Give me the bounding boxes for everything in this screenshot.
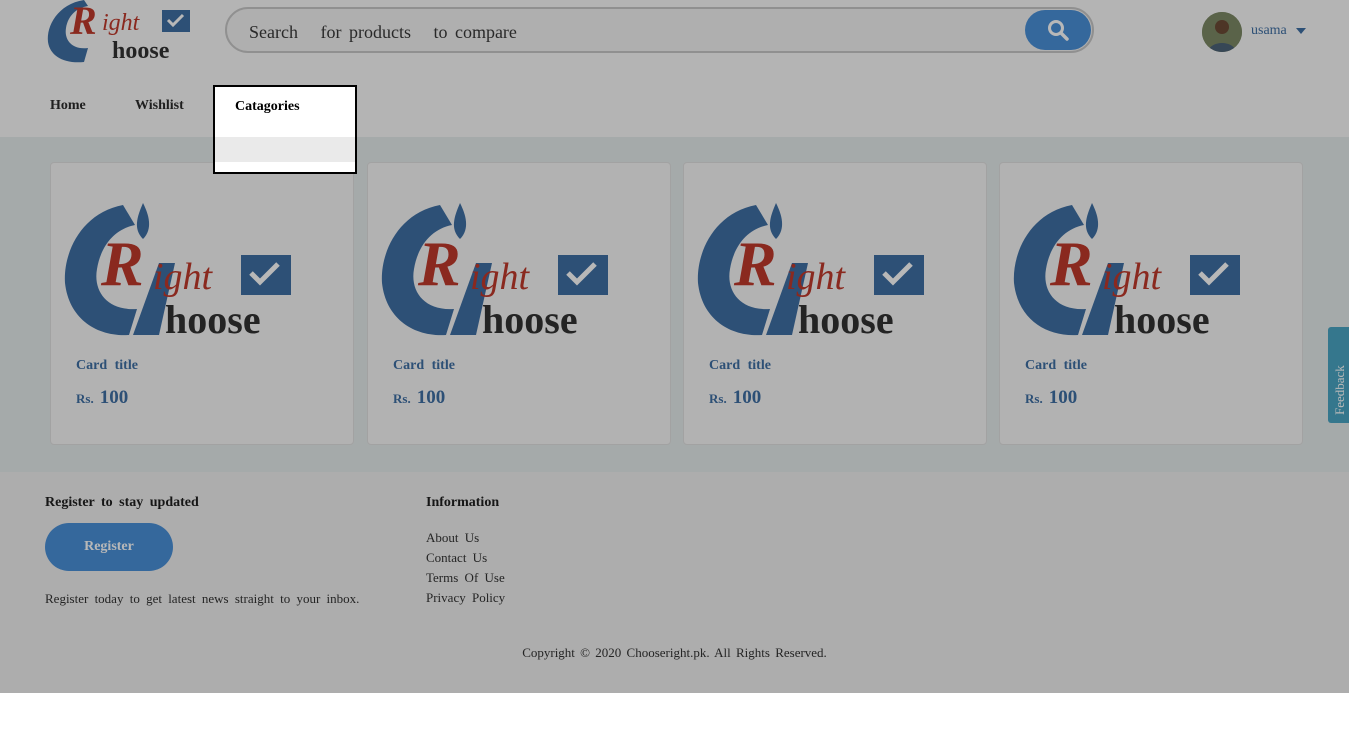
svg-text:hoose: hoose xyxy=(1114,297,1210,339)
link-contact-us[interactable]: Contact Us xyxy=(426,550,505,570)
caret-down-icon[interactable] xyxy=(1296,28,1306,34)
svg-text:hoose: hoose xyxy=(798,297,894,339)
card-price: Rs. 100 xyxy=(1025,387,1078,408)
card-price: Rs. 100 xyxy=(393,387,446,408)
info-links: About Us Contact Us Terms Of Use Privacy… xyxy=(426,530,505,610)
card-price: Rs. 100 xyxy=(709,387,762,408)
feedback-tab[interactable]: Feedback xyxy=(1328,327,1349,423)
nav-wishlist[interactable]: Wishlist xyxy=(135,98,184,114)
svg-text:R: R xyxy=(733,228,777,299)
svg-text:ight: ight xyxy=(153,256,214,298)
card-title[interactable]: Card title xyxy=(1025,358,1087,374)
feedback-label: Feedback xyxy=(1332,365,1347,415)
svg-text:ight: ight xyxy=(470,256,531,298)
svg-text:hoose: hoose xyxy=(165,297,261,339)
svg-text:R: R xyxy=(1049,228,1093,299)
svg-text:ight: ight xyxy=(1102,256,1163,298)
svg-text:R: R xyxy=(69,0,97,43)
information-heading: Information xyxy=(426,495,500,510)
card-price: Rs. 100 xyxy=(76,387,129,408)
svg-text:hoose: hoose xyxy=(112,38,170,64)
categories-dropdown[interactable]: Catagories xyxy=(213,85,357,174)
product-card[interactable]: R ight hoose Card title Rs. 100 xyxy=(999,162,1303,445)
product-card[interactable]: R ight hoose Card title Rs. 100 xyxy=(683,162,987,445)
search-input[interactable] xyxy=(247,17,1011,47)
nav-home[interactable]: Home xyxy=(50,98,86,114)
register-text: Register today to get latest news straig… xyxy=(45,591,360,606)
search-button[interactable] xyxy=(1025,10,1091,50)
search-icon xyxy=(1048,20,1069,41)
svg-text:R: R xyxy=(100,228,144,299)
page: R ight hoose usama Home Wis xyxy=(0,0,1349,693)
link-privacy-policy[interactable]: Privacy Policy xyxy=(426,590,505,610)
svg-text:ight: ight xyxy=(786,256,847,298)
product-grid: R ight hoose Card title Rs. 100 R ight ho… xyxy=(0,137,1349,472)
svg-text:R: R xyxy=(417,228,461,299)
link-terms-of-use[interactable]: Terms Of Use xyxy=(426,570,505,590)
card-title[interactable]: Card title xyxy=(393,358,455,374)
product-card[interactable]: R ight hoose Card title Rs. 100 xyxy=(50,162,354,445)
user-name[interactable]: usama xyxy=(1251,23,1287,39)
dropdown-title[interactable]: Catagories xyxy=(235,99,300,115)
copyright: Copyright © 2020 Chooseright.pk. All Rig… xyxy=(522,645,827,660)
product-image: R ight hoose xyxy=(64,203,291,339)
svg-text:hoose: hoose xyxy=(482,297,578,339)
register-button[interactable]: Register xyxy=(45,523,173,571)
avatar[interactable] xyxy=(1202,12,1242,52)
register-heading: Register to stay updated xyxy=(45,495,199,510)
card-title[interactable]: Card title xyxy=(709,358,771,374)
footer: Register to stay updated Register Regist… xyxy=(0,472,1349,693)
site-logo[interactable]: R ight hoose xyxy=(44,0,194,64)
search-bar xyxy=(225,7,1094,53)
header: R ight hoose usama Home Wis xyxy=(0,0,1349,137)
product-image: R ight hoose xyxy=(697,203,924,339)
link-about-us[interactable]: About Us xyxy=(426,530,505,550)
product-image: R ight hoose xyxy=(1013,203,1240,339)
svg-text:ight: ight xyxy=(102,10,141,36)
card-title[interactable]: Card title xyxy=(76,358,138,374)
product-image: R ight hoose xyxy=(381,203,608,339)
dropdown-item[interactable] xyxy=(215,137,355,162)
product-card[interactable]: R ight hoose Card title Rs. 100 xyxy=(367,162,671,445)
